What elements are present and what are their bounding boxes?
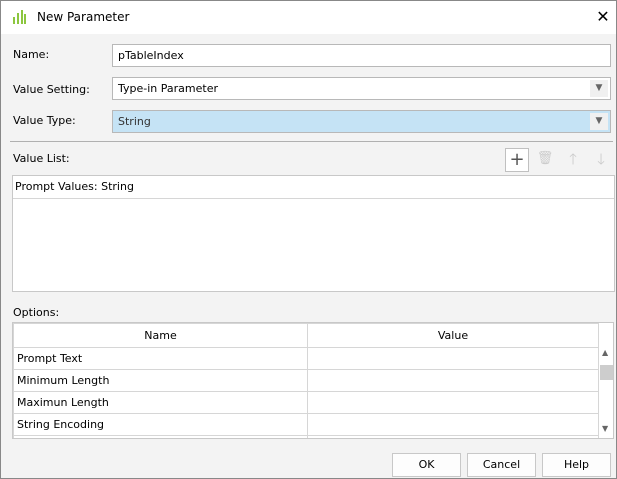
separator [10,141,613,142]
row-value[interactable] [307,413,599,436]
plus-icon[interactable]: + [505,148,529,172]
row-name: Maximun Length [13,391,308,414]
value-list-label: Value List: [13,152,70,165]
cancel-button[interactable]: Cancel [467,453,536,477]
column-header-name[interactable]: Name [13,323,308,348]
table-row[interactable]: Minimum Length [13,369,599,392]
ok-button[interactable]: OK [392,453,461,477]
table-row[interactable]: Prompt Text [13,347,599,370]
value-setting-value: Type-in Parameter [118,82,218,95]
value-type-label: Value Type: [13,114,76,127]
scrollbar[interactable]: ▲ ▼ [598,323,613,438]
title-bar: New Parameter ✕ [1,1,616,34]
scroll-thumb[interactable] [600,365,613,380]
value-list[interactable]: Prompt Values: String [12,175,615,292]
column-header-value[interactable]: Value [307,323,599,348]
chevron-down-icon[interactable]: ▼ [590,80,608,97]
value-list-header: Prompt Values: String [13,176,614,199]
dialog-title: New Parameter [37,10,130,24]
table-row[interactable]: String Encoding [13,413,599,436]
table-row[interactable]: Maximun Length [13,391,599,414]
row-name: Minimum Length [13,369,308,392]
value-setting-select[interactable]: Type-in Parameter ▼ [112,77,611,100]
row-name: Prompt Text [13,347,308,370]
scroll-down-icon[interactable]: ▼ [602,424,608,433]
value-setting-label: Value Setting: [13,83,90,96]
name-input[interactable]: pTableIndex [112,44,611,67]
arrow-down-icon[interactable]: 🡓 [589,148,613,172]
parameter-icon [13,10,26,24]
row-value[interactable] [307,369,599,392]
close-icon[interactable]: ✕ [593,7,613,27]
table-header: Name Value [13,323,599,348]
arrow-up-icon[interactable]: 🡑 [561,148,585,172]
row-value[interactable] [307,391,599,414]
options-table[interactable]: Name Value Prompt Text Minimum Length Ma… [12,322,614,439]
trash-icon[interactable]: 🗑 [533,148,557,172]
name-label: Name: [13,48,50,61]
chevron-down-icon[interactable]: ▼ [590,113,608,130]
value-type-value: String [118,115,151,128]
scroll-up-icon[interactable]: ▲ [602,348,608,357]
options-label: Options: [13,306,60,319]
row-value[interactable] [307,347,599,370]
value-type-select[interactable]: String ▼ [112,110,611,133]
help-button[interactable]: Help [542,453,611,477]
row-name: String Encoding [13,413,308,436]
